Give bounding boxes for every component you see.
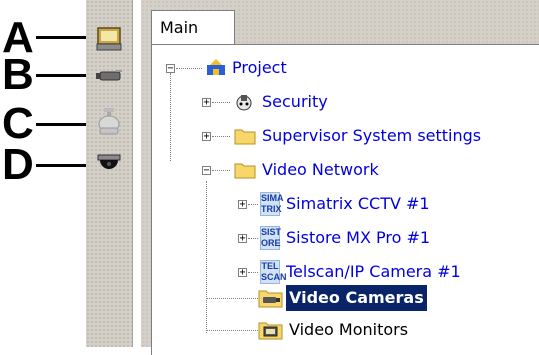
expand-toggle[interactable]: + [202,132,211,142]
tree-node-simatrix[interactable]: + SIMA TRIX Simatrix CCTV #1 [236,191,496,217]
expand-toggle[interactable]: + [202,98,211,108]
tree-node-label: Project [232,58,287,77]
tree-node-label: Sistore MX Pro #1 [286,228,431,247]
tree-node-label: Video Network [262,160,379,179]
callout-b: B [2,50,98,99]
tree-connector [170,73,172,161]
tab-area: Main − Project + Security + Supervisor S… [141,0,539,355]
collapse-toggle[interactable]: − [166,64,175,74]
tree-connector [206,298,258,300]
tree-node-supervisor-settings[interactable]: + Supervisor System settings [200,123,539,149]
dome-camera-icon [97,154,121,169]
tree-node-video-cameras[interactable]: Video Cameras [206,285,496,311]
device-toolbar [86,0,133,347]
tree-node-label: Simatrix CCTV #1 [286,194,430,213]
sistore-icon: SIST ORE [260,226,282,250]
tree-connector [212,136,230,138]
tree-connector [212,102,230,104]
toolbar-monitor-button[interactable] [92,22,126,56]
simatrix-icon: SIMA TRIX [260,192,284,216]
callout-d: D [2,140,98,189]
toolbar-camera-button[interactable] [92,58,126,92]
telscan-icon: TEL SCAN [260,260,287,284]
tree-connector [206,330,258,332]
tree-connector [248,272,258,274]
tree-node-label: Telscan/IP Camera #1 [286,262,461,281]
callout-letter: B [2,50,34,99]
expand-toggle[interactable]: + [238,268,247,278]
tree-node-sistore[interactable]: + SIST ORE Sistore MX Pro #1 [236,225,496,251]
tree-node-label: Security [262,92,328,111]
tree-node-video-monitors[interactable]: Video Monitors [206,317,496,343]
folder-open-icon [234,163,256,179]
expand-toggle[interactable]: + [238,200,247,210]
tree-node-video-network[interactable]: − Video Network [200,157,400,183]
toolbar-dome-camera-button[interactable] [92,145,126,179]
tree-node-telscan[interactable]: + TEL SCAN Telscan/IP Camera #1 [236,259,536,285]
tree-connector [212,170,230,172]
tree-node-label: Supervisor System settings [262,126,482,145]
tree-node-security[interactable]: + Security [200,89,400,115]
tree-node-project[interactable]: − Project [164,55,364,81]
tree-connector [176,68,202,70]
ptz-camera-icon [98,108,120,135]
tree-connector [248,238,258,240]
collapse-toggle[interactable]: − [202,166,211,176]
camera-icon [96,70,122,81]
project-icon [207,59,225,75]
monitor-folder-icon [258,322,283,340]
tree-connector [248,204,258,206]
tree-node-label: Video Monitors [289,320,409,339]
monitor-icon [96,27,122,51]
expand-toggle[interactable]: + [238,234,247,244]
tree-node-label: Video Cameras [286,285,427,311]
callout-letter: C [2,99,34,148]
callout-letter: D [2,140,34,189]
folder-icon [234,129,256,145]
callout-c: C [2,99,98,148]
security-icon [236,95,252,111]
camera-folder-icon [258,290,283,308]
tab-main[interactable]: Main [151,10,235,44]
tree-connector [206,181,208,333]
toolbar-ptz-camera-button[interactable] [92,104,126,138]
project-tree: − Project + Security + Supervisor System… [151,44,539,355]
